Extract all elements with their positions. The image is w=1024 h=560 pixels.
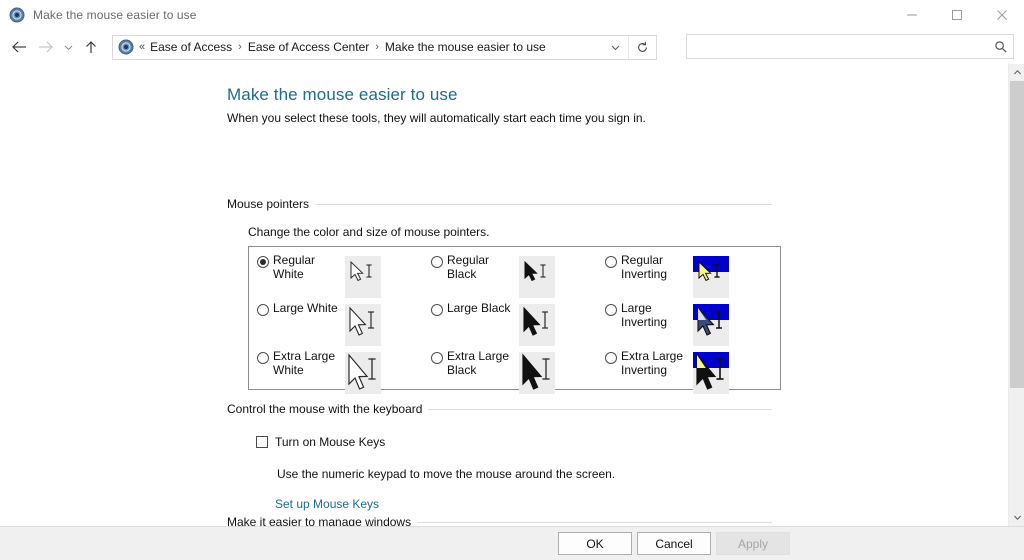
window-controls — [889, 0, 1024, 30]
pointer-option-regular-inverting[interactable]: Regular Inverting — [605, 253, 775, 301]
search-icon[interactable] — [989, 40, 1013, 54]
pointer-option-label: Large Black — [447, 301, 511, 315]
pointer-preview-large-inverting — [693, 304, 729, 346]
checkbox-label: Turn on Mouse Keys — [275, 435, 386, 449]
breadcrumb-item-current[interactable]: Make the mouse easier to use — [383, 40, 548, 54]
forward-arrow-icon[interactable] — [32, 34, 58, 60]
pointer-preview-extra-large-inverting — [693, 352, 729, 394]
address-ease-of-access-icon — [118, 39, 134, 55]
section-title: Control the mouse with the keyboard — [227, 402, 423, 416]
section-header-mouse-pointers: Mouse pointers — [227, 197, 772, 211]
pointer-option-label: Extra Large White — [273, 349, 336, 377]
radio-large-black[interactable] — [431, 304, 443, 316]
back-arrow-icon[interactable] — [6, 34, 32, 60]
section-title: Make it easier to manage windows — [227, 515, 412, 526]
pointer-option-regular-white[interactable]: Regular White — [257, 253, 427, 301]
radio-extra-large-black[interactable] — [431, 352, 443, 364]
vertical-scrollbar[interactable] — [1008, 64, 1024, 526]
section-divider — [417, 521, 772, 523]
radio-regular-black[interactable] — [431, 256, 443, 268]
recent-locations-chevron-down-icon[interactable] — [58, 34, 78, 60]
ease-of-access-icon — [9, 7, 25, 23]
breadcrumb-separator[interactable]: › — [234, 41, 246, 53]
content-pane: Make the mouse easier to use When you se… — [0, 64, 1008, 526]
link-set-up-mouse-keys[interactable]: Set up Mouse Keys — [275, 497, 772, 511]
pointer-option-regular-black[interactable]: Regular Black — [431, 253, 601, 301]
pointer-option-large-black[interactable]: Large Black — [431, 301, 601, 349]
breadcrumb-item-ease-of-access[interactable]: Ease of Access — [148, 40, 234, 54]
refresh-icon[interactable] — [628, 35, 656, 59]
checkbox-turn-on-mouse-keys[interactable] — [256, 436, 268, 448]
pointer-preview-regular-inverting — [693, 256, 729, 298]
radio-regular-white[interactable] — [257, 256, 269, 268]
maximize-button[interactable] — [934, 0, 979, 30]
radio-regular-inverting[interactable] — [605, 256, 617, 268]
pointer-option-label: Extra Large Inverting — [621, 349, 684, 377]
mouse-keys-description: Use the numeric keypad to move the mouse… — [277, 467, 616, 481]
pointer-option-label: Regular White — [273, 253, 316, 281]
pointer-column-inverting: Regular Inverting Large Inverting Extra … — [605, 247, 775, 394]
pointer-preview-regular-black — [519, 256, 555, 298]
pointer-preview-extra-large-black — [519, 352, 555, 394]
close-button[interactable] — [979, 0, 1024, 30]
search-input[interactable] — [687, 36, 989, 57]
pointer-option-large-white[interactable]: Large White — [257, 301, 427, 349]
scrollbar-track[interactable] — [1009, 81, 1024, 509]
title-bar: Make the mouse easier to use — [0, 0, 1024, 30]
pointer-option-label: Regular Inverting — [621, 253, 668, 281]
radio-large-inverting[interactable] — [605, 304, 617, 316]
pointer-option-extra-large-black[interactable]: Extra Large Black — [431, 349, 601, 397]
breadcrumb-overflow-icon[interactable]: « — [139, 41, 148, 53]
pointers-description: Change the color and size of mouse point… — [248, 225, 490, 239]
mouse-pointer-options-panel: Regular White Large White Extra Large Wh… — [248, 246, 781, 394]
scroll-down-chevron-down-icon[interactable] — [1009, 509, 1024, 526]
section-manage-windows: Make it easier to manage windows Activat… — [227, 515, 772, 526]
pointer-column-white: Regular White Large White Extra Large Wh… — [257, 247, 427, 394]
pointer-preview-extra-large-white — [345, 352, 381, 394]
pointer-option-label: Extra Large Black — [447, 349, 510, 377]
section-title: Mouse pointers — [227, 197, 310, 211]
address-bar[interactable]: « Ease of Access › Ease of Access Center… — [112, 34, 657, 60]
pointer-option-label: Large Inverting — [621, 301, 668, 329]
pointer-column-black: Regular Black Large Black Extra Large Bl… — [431, 247, 601, 394]
search-box[interactable] — [686, 34, 1014, 59]
navigation-bar: « Ease of Access › Ease of Access Center… — [0, 30, 1024, 64]
pointer-preview-large-white — [345, 304, 381, 346]
pointer-option-extra-large-white[interactable]: Extra Large White — [257, 349, 427, 397]
ok-button[interactable]: OK — [558, 532, 632, 555]
section-mouse-pointers: Mouse pointers Change the color and size… — [227, 197, 781, 394]
section-keyboard-control: Control the mouse with the keyboard Turn… — [227, 402, 772, 511]
pointer-option-label: Regular Black — [447, 253, 490, 281]
section-header-keyboard-control: Control the mouse with the keyboard — [227, 402, 772, 416]
cancel-button[interactable]: Cancel — [637, 532, 711, 555]
dialog-footer: OK Cancel Apply — [0, 526, 1024, 560]
pointer-option-extra-large-inverting[interactable]: Extra Large Inverting — [605, 349, 775, 397]
minimize-button[interactable] — [889, 0, 934, 30]
address-chevron-down-icon[interactable] — [604, 36, 626, 59]
pointer-option-label: Large White — [273, 301, 338, 315]
checkbox-row-turn-on-mouse-keys[interactable]: Turn on Mouse Keys — [256, 435, 772, 449]
pointer-preview-regular-white — [345, 256, 381, 298]
section-divider — [428, 408, 772, 410]
pointer-option-large-inverting[interactable]: Large Inverting — [605, 301, 775, 349]
radio-extra-large-inverting[interactable] — [605, 352, 617, 364]
page-subtitle: When you select these tools, they will a… — [227, 111, 646, 125]
page-title: Make the mouse easier to use — [227, 85, 458, 104]
scroll-up-chevron-up-icon[interactable] — [1009, 64, 1024, 81]
radio-large-white[interactable] — [257, 304, 269, 316]
radio-extra-large-white[interactable] — [257, 352, 269, 364]
up-arrow-icon[interactable] — [78, 34, 104, 60]
apply-button[interactable]: Apply — [716, 532, 790, 555]
pointer-preview-large-black — [519, 304, 555, 346]
breadcrumb-item-ease-of-access-center[interactable]: Ease of Access Center — [246, 40, 371, 54]
window-title: Make the mouse easier to use — [33, 8, 197, 22]
scrollbar-thumb[interactable] — [1010, 81, 1024, 388]
section-header-manage-windows: Make it easier to manage windows — [227, 515, 772, 526]
breadcrumb-separator[interactable]: › — [371, 41, 383, 53]
section-divider — [315, 203, 772, 205]
